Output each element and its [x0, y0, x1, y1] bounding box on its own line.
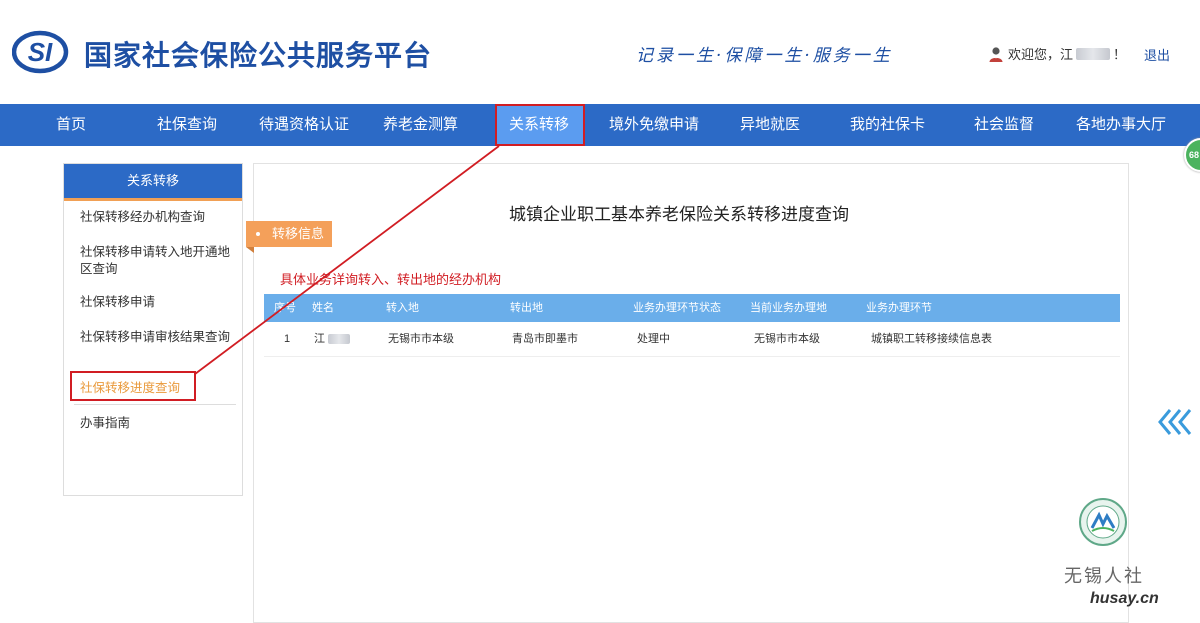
th-status: 业务办理环节状态 — [633, 302, 721, 314]
th-current-place: 当前业务办理地 — [750, 302, 827, 314]
nav-item-service-halls[interactable]: 各地办事大厅 — [1076, 104, 1166, 146]
user-welcome: 欢迎您，江 ！ — [988, 44, 1126, 63]
nav-item-pension-calc[interactable]: 养老金测算 — [383, 104, 458, 146]
th-name: 姓名 — [312, 302, 334, 314]
nav-item-home[interactable]: 首页 — [56, 104, 86, 146]
nav-item-supervision[interactable]: 社会监督 — [974, 104, 1034, 146]
seal-emblem-icon — [1079, 498, 1127, 546]
sidebar-divider — [74, 404, 236, 405]
cell-from: 青岛市即墨市 — [512, 333, 578, 345]
watermark-account: 无锡人社 — [1064, 566, 1144, 587]
nav-item-transfer[interactable]: 关系转移 — [495, 104, 585, 146]
cell-index: 1 — [284, 333, 291, 345]
nav-item-my-card[interactable]: 我的社保卡 — [850, 104, 925, 146]
si-logo-icon[interactable]: SI — [12, 30, 70, 74]
sidebar-title: 关系转移 — [64, 164, 242, 201]
tag-dot-icon — [256, 232, 260, 236]
watermark-site: husay.cn — [1090, 590, 1159, 607]
slogan: 记录一生·保障一生·服务一生 — [636, 46, 893, 66]
nav-item-insurance-query[interactable]: 社保查询 — [157, 104, 217, 146]
agency-note: 具体业务详询转入、转出地的经办机构 — [280, 272, 502, 287]
sidebar-item-open-areas[interactable]: 社保转移申请转入地开通地区查询 — [80, 244, 230, 278]
sidebar-item-guide[interactable]: 办事指南 — [80, 415, 230, 432]
cell-step: 城镇职工转移接续信息表 — [871, 333, 992, 345]
cell-name: 江 — [314, 322, 353, 356]
blurred-username — [1076, 47, 1111, 60]
blurred-row-name — [328, 334, 350, 345]
cell-current-place: 无锡市市本级 — [754, 333, 820, 345]
site-title[interactable]: 国家社会保险公共服务平台 — [84, 34, 432, 74]
collapse-arrows-icon[interactable] — [1156, 406, 1196, 438]
cell-status: 处理中 — [637, 333, 670, 345]
logout-link[interactable]: 退出 — [1144, 45, 1170, 64]
logo-text: SI — [28, 37, 53, 67]
main-nav: 首页 社保查询 待遇资格认证 养老金测算 关系转移 境外免缴申请 异地就医 我的… — [0, 104, 1200, 146]
sidebar-item-transfer-apply[interactable]: 社保转移申请 — [80, 294, 230, 311]
tag-fold-shape — [246, 247, 254, 253]
th-index: 序号 — [274, 302, 296, 314]
tag-label: 转移信息 — [272, 226, 325, 241]
transfer-info-tag: 转移信息 — [246, 221, 332, 247]
th-step: 业务办理环节 — [866, 302, 932, 314]
sidebar-item-agency-query[interactable]: 社保转移经办机构查询 — [80, 209, 230, 226]
nav-item-overseas-exemption[interactable]: 境外免缴申请 — [609, 104, 699, 146]
main-panel: 城镇企业职工基本养老保险关系转移进度查询 转移信息 具体业务详询转入、转出地的经… — [246, 163, 1129, 623]
sidebar-highlight-box — [70, 371, 196, 401]
nav-item-remote-medical[interactable]: 异地就医 — [740, 104, 800, 146]
page-title: 城镇企业职工基本养老保险关系转移进度查询 — [509, 205, 849, 224]
sidebar: 关系转移 社保转移经办机构查询 社保转移申请转入地开通地区查询 社保转移申请 社… — [63, 163, 243, 496]
header: SI 国家社会保险公共服务平台 记录一生·保障一生·服务一生 欢迎您，江 ！ 退… — [0, 0, 1200, 104]
welcome-prefix: 欢迎您，江 — [1008, 47, 1074, 62]
th-to: 转入地 — [386, 302, 419, 314]
nav-item-qualification[interactable]: 待遇资格认证 — [259, 104, 349, 146]
welcome-suffix: ！ — [1113, 47, 1127, 62]
cell-name-text: 江 — [314, 333, 325, 345]
table-row[interactable]: 1 江 无锡市市本级 青岛市即墨市 处理中 无锡市市本级 城镇职工转移接续信息表 — [264, 322, 1120, 357]
sidebar-item-review-result[interactable]: 社保转移申请审核结果查询 — [80, 329, 230, 346]
user-avatar-icon — [989, 46, 1003, 62]
cell-to: 无锡市市本级 — [388, 333, 454, 345]
table-header: 序号 姓名 转入地 转出地 业务办理环节状态 当前业务办理地 业务办理环节 — [264, 294, 1120, 322]
th-from: 转出地 — [510, 302, 543, 314]
